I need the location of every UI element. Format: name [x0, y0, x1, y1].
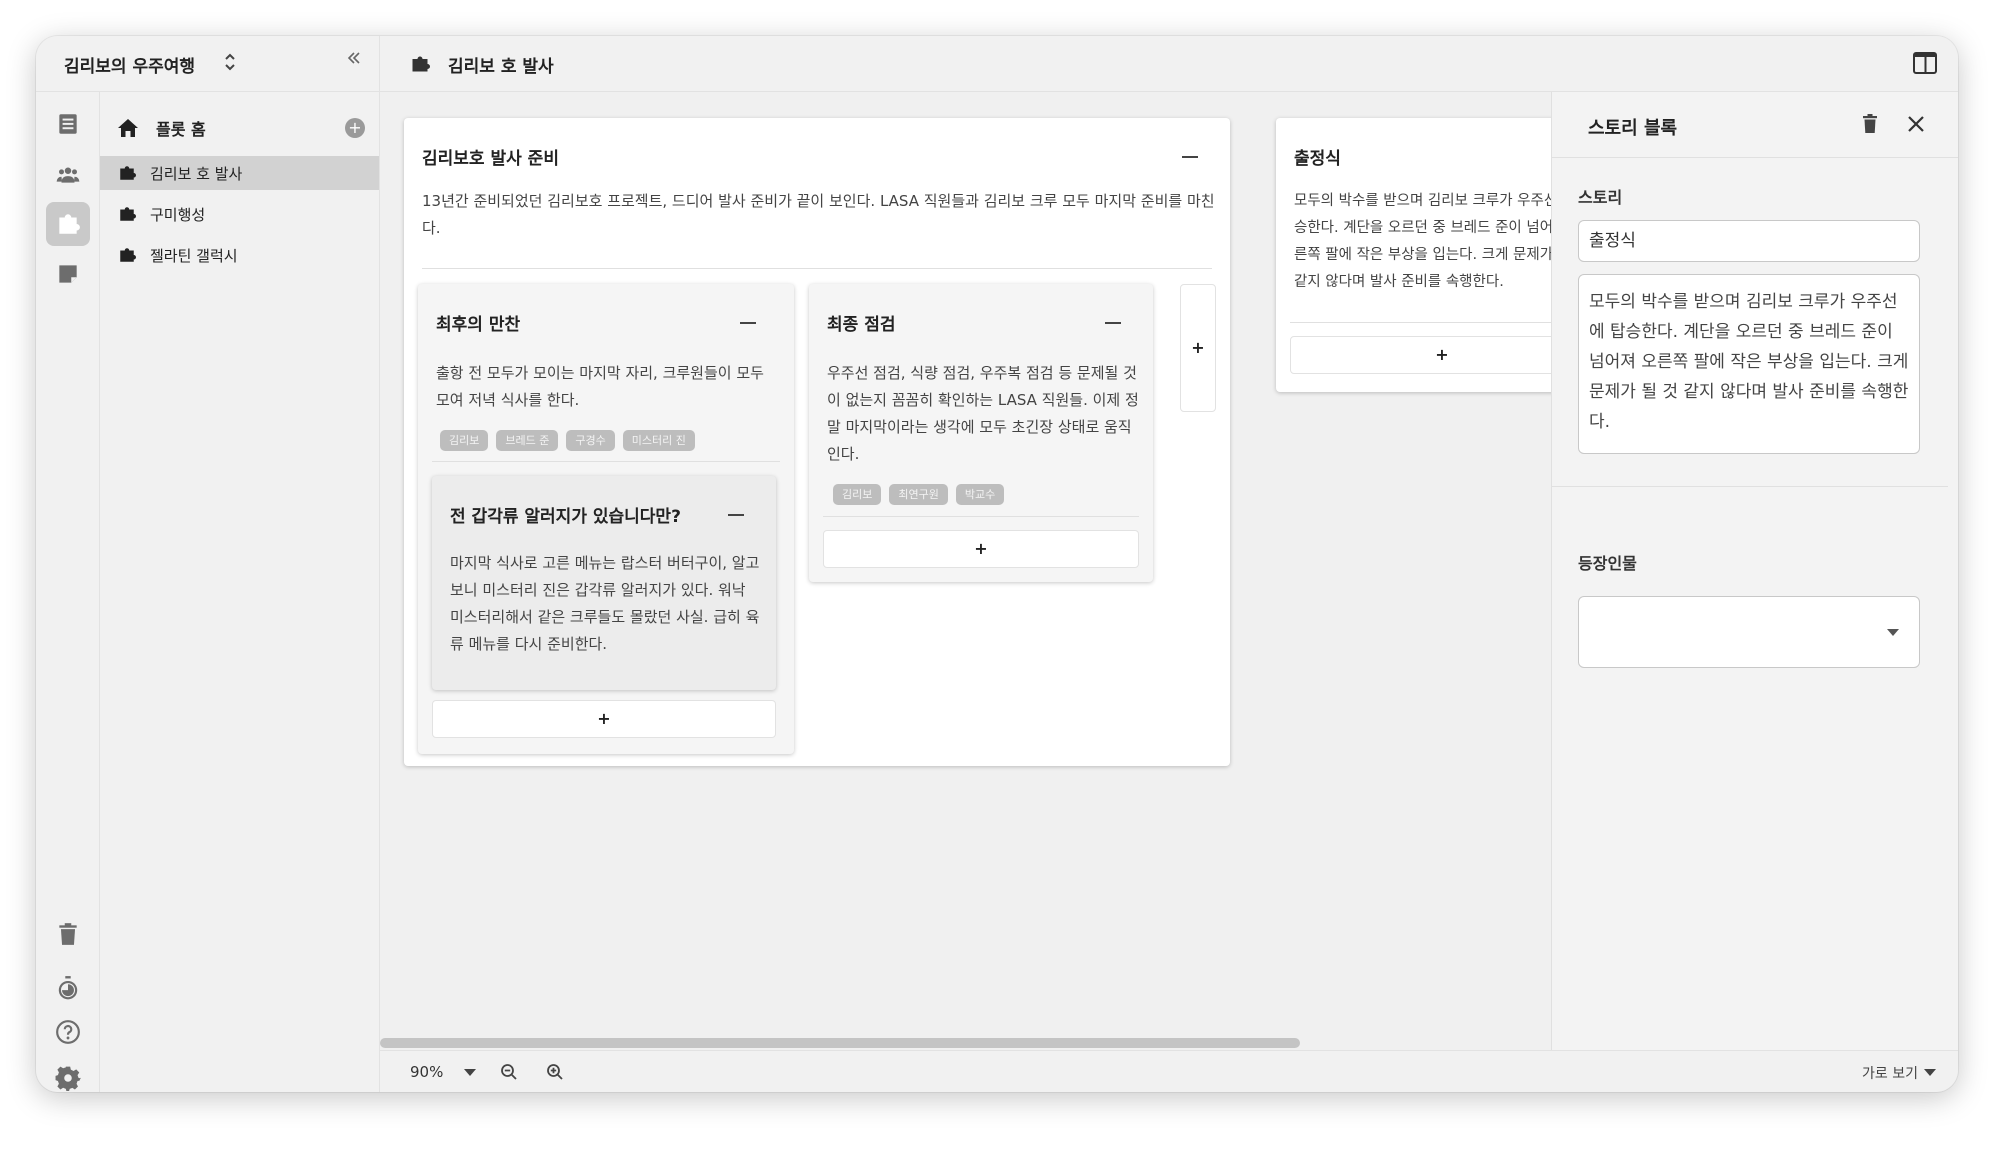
plot-icon	[412, 56, 430, 72]
workspace-header: 김리보의 우주여행	[36, 36, 380, 92]
page-title: 김리보 호 발사	[448, 57, 554, 77]
card-body: 우주선 점검, 식량 점검, 우주복 점검 등 문제될 것이 없는지 꼼꼼히 확…	[827, 364, 1139, 463]
app-window: 김리보의 우주여행 플롯 홈 + 김리보 호 발사 구미행성 젤라틴 갤럭시 김…	[36, 36, 1958, 1092]
collapse-card-icon[interactable]	[1105, 322, 1121, 324]
sidebar-item-label: 김리보 호 발사	[150, 164, 243, 183]
add-block-button[interactable]: +	[1290, 336, 1551, 374]
card-divider	[1290, 322, 1551, 323]
workspace-switch-icon[interactable]	[224, 52, 236, 73]
card-divider	[432, 461, 780, 462]
collapse-card-icon[interactable]	[1182, 156, 1198, 158]
character-tag[interactable]: 구경수	[566, 430, 615, 451]
character-tag[interactable]: 김리보	[440, 430, 489, 451]
plot-icon	[120, 248, 136, 262]
card-title: 전 갑각류 알러지가 있습니다만?	[450, 507, 681, 527]
character-tag[interactable]: 미스터리 진	[622, 430, 695, 451]
add-block-button[interactable]: +	[432, 700, 776, 738]
character-tag[interactable]: 김리보	[833, 484, 882, 505]
help-icon[interactable]	[46, 1010, 90, 1054]
plot-home-label: 플롯 홈	[156, 120, 206, 139]
story-canvas[interactable]: 김리보호 발사 준비 13년간 준비되었던 김리보호 프로젝트, 드디어 발사 …	[380, 92, 1551, 1050]
story-label: 스토리	[1578, 188, 1623, 207]
card-divider	[422, 268, 1212, 269]
story-card[interactable]: 김리보호 발사 준비 13년간 준비되었던 김리보호 프로젝트, 드디어 발사 …	[404, 118, 1230, 766]
sidebar-item-gelatin[interactable]: 젤라틴 갤럭시	[100, 238, 379, 272]
story-card[interactable]: 최후의 만찬 출항 전 모두가 모이는 마지막 자리, 크루원들이 모두 모여 …	[418, 284, 794, 754]
character-tags: 김리보 브레드 준 구경수 미스터리 진	[440, 430, 695, 451]
horizontal-scrollbar[interactable]	[380, 1038, 1300, 1048]
add-block-button[interactable]: +	[823, 530, 1139, 568]
settings-icon[interactable]	[46, 1056, 90, 1092]
chevron-down-icon	[1887, 629, 1899, 636]
card-body: 마지막 식사로 고른 메뉴는 랍스터 버터구이, 알고보니 미스터리 진은 갑각…	[450, 554, 760, 653]
character-tag[interactable]: 브레드 준	[496, 430, 559, 451]
card-title: 최후의 만찬	[436, 315, 521, 335]
panel-title: 스토리 블록	[1588, 118, 1678, 139]
view-mode-select[interactable]: 가로 보기	[1862, 1063, 1918, 1083]
plot-icon	[120, 166, 136, 180]
collapse-sidebar-icon[interactable]	[346, 50, 362, 71]
card-body: 모두의 박수를 받으며 김리보 크루가 우주선에 탑승한다. 계단을 오르던 중…	[1294, 193, 1551, 290]
character-tag[interactable]: 박교수	[955, 484, 1005, 505]
characters-icon[interactable]	[46, 152, 90, 196]
card-title: 최종 점검	[827, 315, 896, 335]
sidebar-item-gumi[interactable]: 구미행성	[100, 197, 379, 231]
collapse-card-icon[interactable]	[740, 322, 756, 324]
panel-layout-icon[interactable]	[1912, 50, 1938, 76]
timer-icon[interactable]	[46, 966, 90, 1010]
card-body: 출항 전 모두가 모이는 마지막 자리, 크루원들이 모두 모여 저녁 식사를 …	[436, 364, 764, 409]
home-icon	[118, 119, 138, 137]
close-icon[interactable]	[1904, 112, 1928, 136]
panel-header: 스토리 블록	[1552, 92, 1958, 158]
panel-divider	[1552, 486, 1948, 487]
trash-icon[interactable]	[46, 912, 90, 956]
card-divider	[823, 516, 1139, 517]
story-body-textarea[interactable]: 모두의 박수를 받으며 김리보 크루가 우주선에 탑승한다. 계단을 오르던 중…	[1578, 274, 1920, 454]
character-tag[interactable]: 최연구원	[889, 484, 948, 505]
icon-rail	[36, 92, 100, 1092]
workspace-title[interactable]: 김리보의 우주여행	[64, 52, 195, 77]
plot-icon[interactable]	[46, 202, 90, 246]
character-tags: 김리보 최연구원 박교수	[833, 484, 1005, 505]
story-title-input[interactable]: 출정식	[1578, 220, 1920, 262]
add-column-button[interactable]: +	[1180, 284, 1216, 412]
plot-sidebar: 플롯 홈 + 김리보 호 발사 구미행성 젤라틴 갤럭시	[100, 92, 380, 1092]
plot-home[interactable]: 플롯 홈 +	[116, 114, 365, 142]
zoom-out-icon[interactable]	[500, 1063, 518, 1081]
main-header: 김리보 호 발사	[380, 36, 1958, 92]
bottom-toolbar: 90% 가로 보기	[380, 1050, 1958, 1092]
plot-icon	[120, 207, 136, 221]
chevron-down-icon[interactable]	[464, 1069, 476, 1076]
collapse-card-icon[interactable]	[728, 514, 744, 516]
characters-select[interactable]	[1578, 596, 1920, 668]
story-card[interactable]: 출정식 모두의 박수를 받으며 김리보 크루가 우주선에 탑승한다. 계단을 오…	[1276, 118, 1551, 392]
trash-icon[interactable]	[1858, 112, 1882, 136]
add-plot-icon[interactable]: +	[345, 118, 365, 138]
note-icon[interactable]	[46, 252, 90, 296]
story-block-panel: 스토리 블록 스토리 출정식 모두의 박수를 받으며 김리보 크루가 우주선에 …	[1551, 92, 1958, 1050]
sidebar-item-launch[interactable]: 김리보 호 발사	[100, 156, 379, 190]
chevron-down-icon[interactable]	[1924, 1069, 1936, 1076]
card-title: 김리보호 발사 준비	[422, 149, 559, 169]
sidebar-item-label: 구미행성	[150, 205, 206, 224]
characters-label: 등장인물	[1578, 554, 1637, 573]
zoom-level[interactable]: 90%	[410, 1063, 443, 1081]
document-icon[interactable]	[46, 102, 90, 146]
zoom-in-icon[interactable]	[546, 1063, 564, 1081]
story-card[interactable]: 최종 점검 우주선 점검, 식량 점검, 우주복 점검 등 문제될 것이 없는지…	[809, 284, 1153, 582]
card-title: 출정식	[1294, 149, 1341, 169]
card-body: 13년간 준비되었던 김리보호 프로젝트, 드디어 발사 준비가 끝이 보인다.…	[422, 192, 1215, 237]
story-card[interactable]: 전 갑각류 알러지가 있습니다만? 마지막 식사로 고른 메뉴는 랍스터 버터구…	[432, 476, 776, 690]
sidebar-item-label: 젤라틴 갤럭시	[150, 246, 238, 265]
